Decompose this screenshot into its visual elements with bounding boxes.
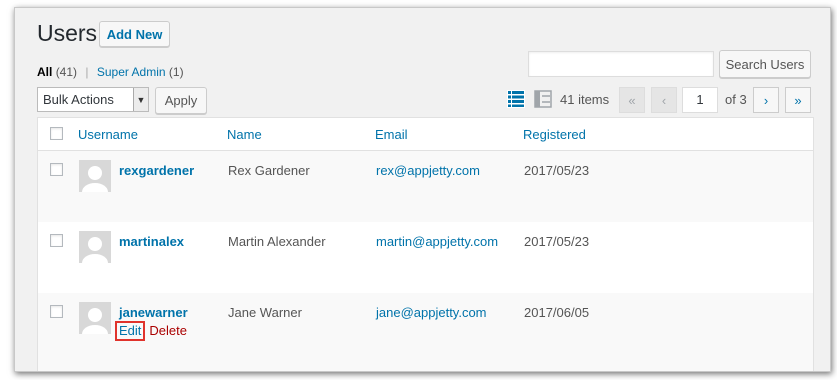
- filter-separator: |: [85, 65, 89, 79]
- registered-cell: 2017/05/23: [524, 234, 590, 249]
- users-admin-panel: Users Add New All (41) | Super Admin (1)…: [14, 7, 831, 372]
- name-cell: Rex Gardener: [228, 163, 310, 178]
- name-cell: Jane Warner: [228, 305, 302, 320]
- table-row: rexgardener Rex Gardener rex@appjetty.co…: [38, 151, 813, 222]
- bulk-actions-selected: Bulk Actions: [43, 92, 114, 107]
- column-name[interactable]: Name: [227, 127, 262, 142]
- row-checkbox[interactable]: [50, 305, 63, 318]
- column-email[interactable]: Email: [375, 127, 408, 142]
- row-checkbox[interactable]: [50, 234, 63, 247]
- next-page-button[interactable]: ›: [753, 87, 779, 113]
- delete-link[interactable]: Delete: [149, 323, 187, 338]
- filter-all-label[interactable]: All: [37, 65, 52, 79]
- email-link[interactable]: jane@appjetty.com: [376, 305, 487, 320]
- username-link[interactable]: rexgardener: [119, 163, 194, 178]
- filter-super-admin-label[interactable]: Super Admin: [97, 65, 166, 79]
- username-link[interactable]: martinalex: [119, 234, 184, 249]
- filter-super-admin-count: (1): [168, 65, 184, 79]
- add-new-button[interactable]: Add New: [99, 21, 170, 47]
- excerpt-view-icon[interactable]: [534, 90, 552, 108]
- last-page-button[interactable]: »: [785, 87, 811, 113]
- apply-button[interactable]: Apply: [155, 87, 207, 114]
- registered-cell: 2017/05/23: [524, 163, 590, 178]
- first-page-button[interactable]: «: [619, 87, 645, 113]
- search-input[interactable]: [528, 51, 714, 77]
- item-count: 41 items: [560, 92, 610, 107]
- bulk-actions-select[interactable]: Bulk Actions ▼: [37, 87, 149, 112]
- registered-cell: 2017/06/05: [524, 305, 590, 320]
- avatar-placeholder-icon: [79, 302, 111, 334]
- column-username[interactable]: Username: [78, 127, 138, 142]
- email-link[interactable]: rex@appjetty.com: [376, 163, 480, 178]
- email-link[interactable]: martin@appjetty.com: [376, 234, 498, 249]
- table-header: Username Name Email Registered: [38, 118, 813, 151]
- edit-link[interactable]: Edit: [115, 321, 146, 341]
- page-title: Users: [37, 20, 98, 46]
- row-actions: Edit Delete: [115, 321, 187, 341]
- users-table: Username Name Email Registered rexgarden…: [37, 117, 814, 371]
- table-row: martinalex Martin Alexander martin@appje…: [38, 222, 813, 293]
- username-link[interactable]: janewarner: [119, 305, 188, 320]
- dropdown-arrow-icon: ▼: [133, 88, 148, 111]
- current-page-input[interactable]: 1: [682, 87, 718, 113]
- user-role-filters: All (41) | Super Admin (1): [37, 65, 184, 79]
- avatar-placeholder-icon: [79, 231, 111, 263]
- search-users-button[interactable]: Search Users: [719, 50, 811, 78]
- column-registered[interactable]: Registered: [523, 127, 586, 142]
- table-row: janewarner Edit Delete Jane Warner jane@a…: [38, 293, 813, 371]
- prev-page-button[interactable]: ‹: [651, 87, 677, 113]
- name-cell: Martin Alexander: [228, 234, 326, 249]
- total-pages: of 3: [725, 92, 747, 107]
- row-checkbox[interactable]: [50, 163, 63, 176]
- avatar-placeholder-icon: [79, 160, 111, 192]
- list-view-icon[interactable]: [507, 90, 525, 108]
- select-all-checkbox[interactable]: [50, 127, 63, 140]
- filter-all-count: (41): [55, 65, 78, 79]
